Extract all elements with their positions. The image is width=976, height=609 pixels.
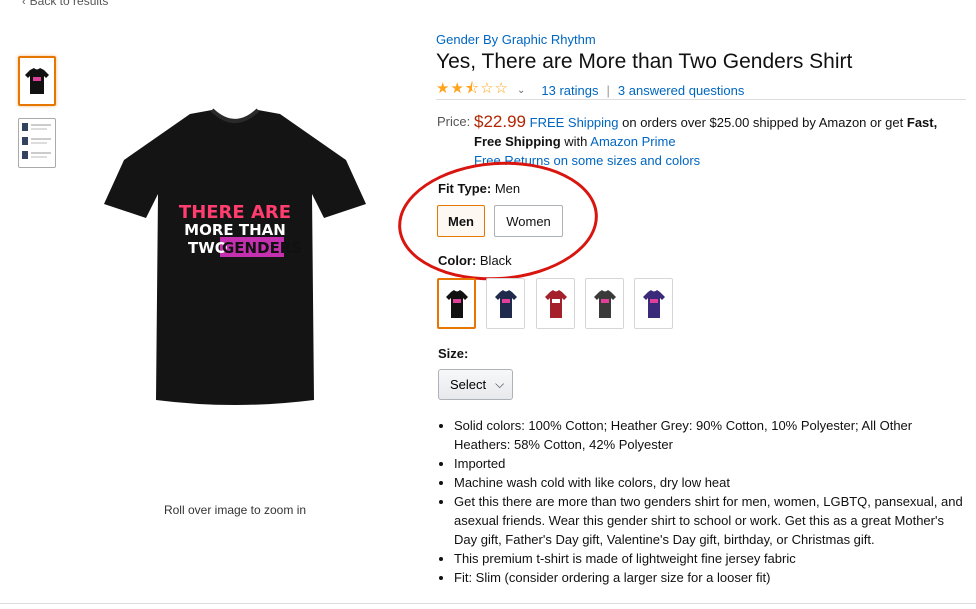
price-amount: $22.99 bbox=[474, 112, 526, 131]
separator: | bbox=[606, 83, 610, 98]
list-item: Fit: Slim (consider ordering a larger si… bbox=[454, 568, 969, 587]
shipping-text: on orders over $25.00 shipped by Amazon … bbox=[618, 115, 907, 130]
tshirt-thumbnail-icon bbox=[25, 68, 49, 94]
main-product-image[interactable]: THERE ARE MORE THAN TWO GENDERS bbox=[100, 108, 370, 410]
shirt-text-line3b: GENDERS bbox=[222, 239, 302, 257]
divider bbox=[436, 99, 966, 100]
fit-women-button[interactable]: Women bbox=[494, 205, 563, 237]
list-item: Solid colors: 100% Cotton; Heather Grey:… bbox=[454, 416, 969, 454]
thumbnail-front[interactable] bbox=[18, 56, 56, 106]
color-swatch-grey[interactable] bbox=[585, 278, 624, 329]
free-shipping-link[interactable]: FREE Shipping bbox=[530, 115, 619, 130]
chevron-left-icon: ‹ bbox=[22, 0, 26, 8]
tshirt-red-icon bbox=[544, 289, 567, 318]
brand-link[interactable]: Gender By Graphic Rhythm bbox=[436, 32, 596, 47]
size-label: Size: bbox=[438, 346, 469, 361]
color-swatch-navy[interactable] bbox=[486, 278, 525, 329]
shirt-text-line2: MORE THAN bbox=[184, 221, 286, 239]
fit-type-selected: Men bbox=[494, 181, 521, 196]
color-swatch-red[interactable] bbox=[536, 278, 575, 329]
ratings-link[interactable]: 13 ratings bbox=[541, 83, 598, 98]
tshirt-black-icon bbox=[445, 289, 468, 318]
color-label: Color: Black bbox=[438, 253, 512, 268]
chevron-down-icon: ⌵ bbox=[495, 377, 505, 391]
feature-bullets: Solid colors: 100% Cotton; Heather Grey:… bbox=[436, 416, 969, 587]
with-text: with bbox=[560, 134, 591, 149]
product-title: Yes, There are More than Two Genders Shi… bbox=[436, 50, 853, 73]
color-swatch-black[interactable] bbox=[437, 278, 476, 329]
divider bbox=[0, 603, 976, 604]
list-item: Machine wash cold with like colors, dry … bbox=[454, 473, 969, 492]
thumbnail-size-chart[interactable] bbox=[18, 118, 56, 168]
fit-type-label: Fit Type: Men bbox=[438, 181, 521, 196]
chevron-down-icon[interactable]: ⌄ bbox=[517, 85, 525, 96]
tshirt-purple-icon bbox=[642, 289, 665, 318]
shirt-text-line1: THERE ARE bbox=[179, 202, 291, 223]
color-selected: Black bbox=[479, 253, 512, 268]
list-item: This premium t-shirt is made of lightwei… bbox=[454, 549, 969, 568]
free-returns-link[interactable]: Free Returns on some sizes and colors bbox=[474, 151, 957, 170]
zoom-hint: Roll over image to zoom in bbox=[163, 503, 307, 517]
color-swatch-purple[interactable] bbox=[634, 278, 673, 329]
size-select-dropdown[interactable]: Select ⌵ bbox=[438, 369, 513, 400]
answered-questions-link[interactable]: 3 answered questions bbox=[618, 83, 744, 98]
price-label: Price: bbox=[437, 114, 471, 129]
size-chart-thumbnail-icon bbox=[22, 123, 51, 159]
price-block: Price: $22.99 FREE Shipping on orders ov… bbox=[437, 112, 957, 170]
tshirt-navy-icon bbox=[494, 289, 517, 318]
amazon-prime-link[interactable]: Amazon Prime bbox=[590, 134, 675, 149]
fit-men-button[interactable]: Men bbox=[437, 205, 485, 237]
back-to-results-link[interactable]: ‹ Back to results bbox=[22, 0, 108, 8]
list-item: Imported bbox=[454, 454, 969, 473]
list-item: Get this there are more than two genders… bbox=[454, 492, 969, 549]
tshirt-grey-icon bbox=[593, 289, 616, 318]
